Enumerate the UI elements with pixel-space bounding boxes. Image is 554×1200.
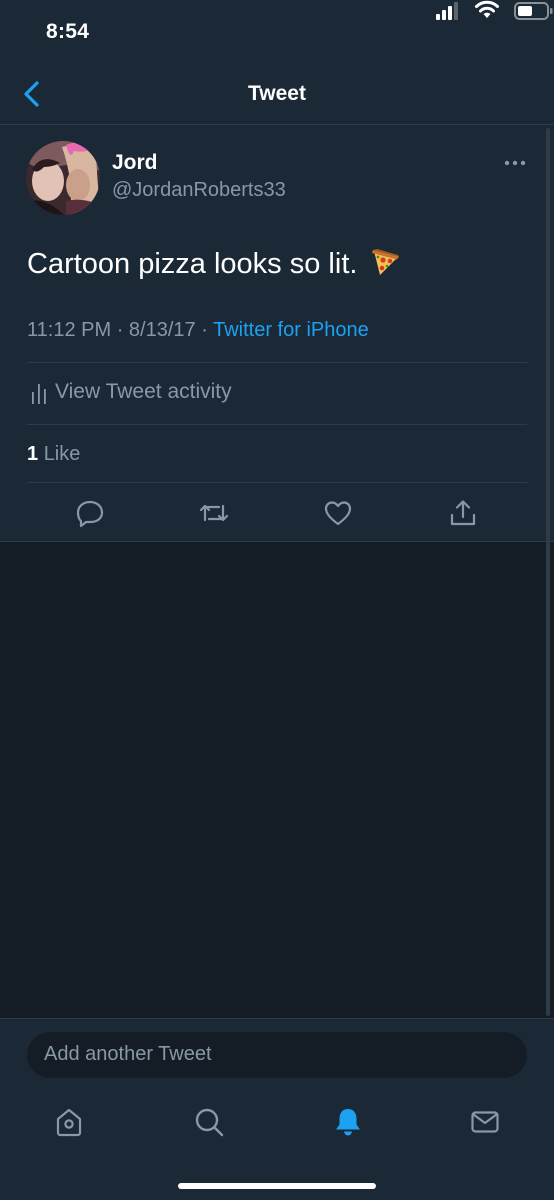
add-tweet-input[interactable]: Add another Tweet — [27, 1032, 527, 1078]
search-icon[interactable] — [193, 1106, 225, 1138]
tweet-source-link[interactable]: Twitter for iPhone — [213, 319, 369, 341]
status-time: 8:54 — [46, 20, 90, 43]
page-title: Tweet — [248, 82, 306, 105]
view-tweet-activity-button[interactable]: View Tweet activity — [27, 363, 527, 425]
likes-count-link[interactable]: 1 Like — [27, 443, 80, 466]
bottom-bar: Add another Tweet — [0, 1018, 554, 1200]
cellular-signal-icon — [436, 2, 458, 20]
navigation-bar: Tweet — [0, 62, 554, 125]
bar-chart-icon — [32, 384, 46, 404]
meta-separator: · — [201, 319, 208, 341]
home-icon[interactable] — [53, 1106, 85, 1138]
status-bar: 8:54 — [0, 0, 554, 62]
wifi-icon — [475, 0, 499, 18]
like-label: Like — [43, 443, 81, 465]
like-count: 1 — [27, 443, 39, 465]
author-handle[interactable]: @JordanRoberts33 — [112, 179, 286, 202]
tweet-text-content: Cartoon pizza looks so lit. — [27, 248, 358, 280]
meta-separator: · — [116, 319, 124, 341]
battery-icon — [514, 2, 553, 20]
author-name[interactable]: Jord — [112, 151, 158, 175]
activity-label: View Tweet activity — [55, 380, 232, 403]
avatar[interactable] — [26, 141, 100, 215]
tweet-time: 11:12 PM — [27, 319, 112, 341]
heart-icon[interactable] — [323, 498, 353, 528]
tweet-text: Cartoon pizza looks so lit. — [27, 247, 400, 281]
bell-icon[interactable] — [332, 1106, 364, 1138]
retweet-icon[interactable] — [199, 498, 229, 528]
tweet-meta: 11:12 PM · 8/13/17 · Twitter for iPhone — [27, 319, 369, 342]
home-indicator[interactable] — [178, 1183, 376, 1189]
avatar-photo — [26, 141, 100, 215]
tweet-card: Jord @JordanRoberts33 Cartoon pizza look… — [0, 125, 554, 542]
reply-icon[interactable] — [75, 498, 105, 528]
share-icon[interactable] — [448, 498, 478, 528]
more-horizontal-icon[interactable] — [504, 159, 526, 167]
mail-icon[interactable] — [469, 1106, 501, 1138]
tweet-date: 8/13/17 — [128, 319, 196, 341]
divider — [27, 482, 527, 483]
divider — [27, 424, 527, 425]
pizza-icon — [371, 249, 399, 275]
scrollbar[interactable] — [546, 128, 550, 1016]
tweet-detail-screen: 8:54 Tweet Jord @JordanRoberts33 Cartoon… — [0, 0, 554, 1200]
